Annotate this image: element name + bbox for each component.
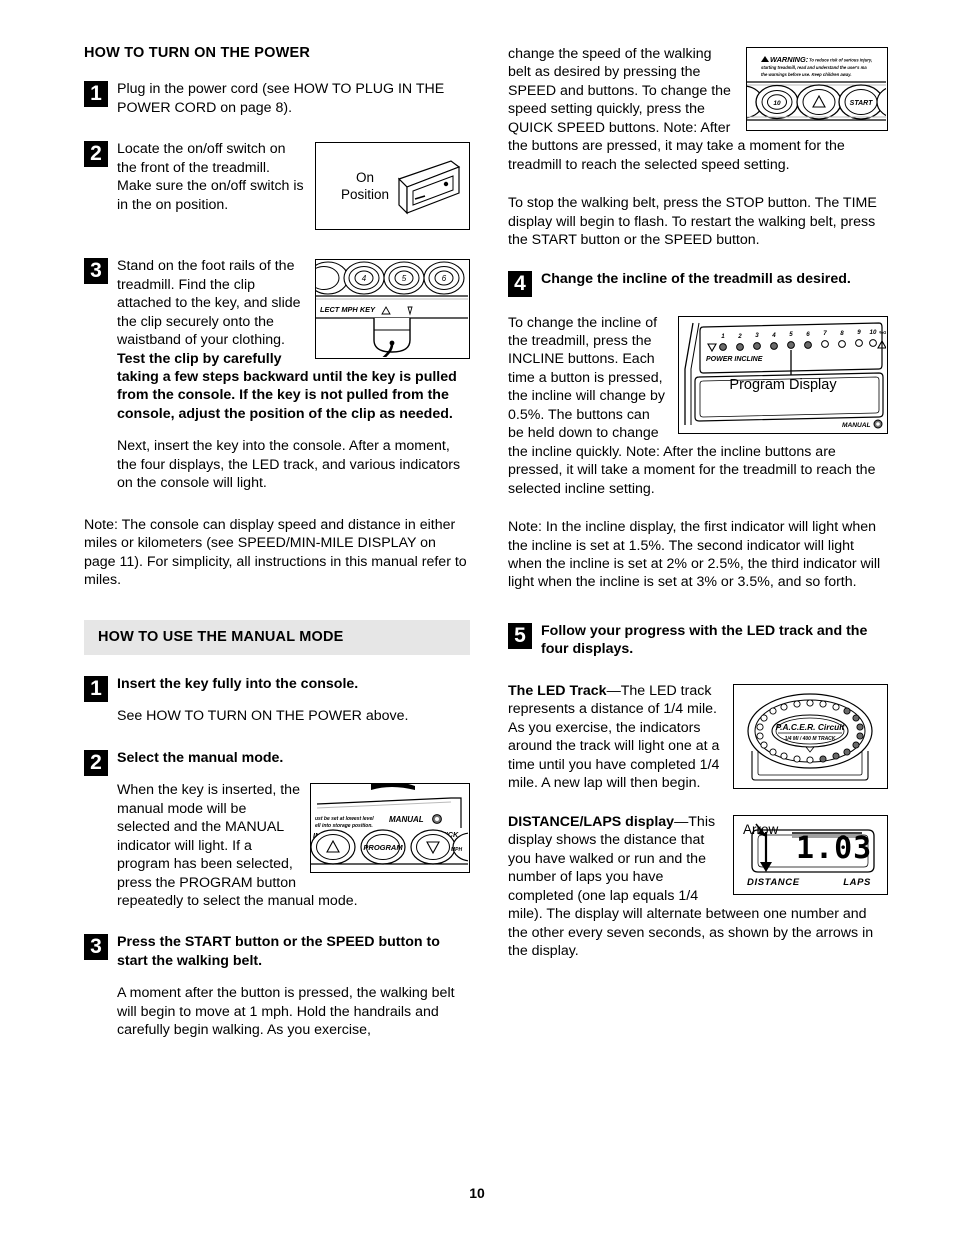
incline-tick-6: 6 xyxy=(806,331,810,338)
step-number-badge: 2 xyxy=(84,141,108,168)
select-mph-key-text: LECT MPH KEY xyxy=(320,305,376,314)
figure-distance-laps: Arrow 1.03 DISTANCE LAPS xyxy=(733,814,888,895)
page-number: 10 xyxy=(469,1185,485,1201)
figure-key-console: 4 5 6 LECT MPH KEY xyxy=(315,259,470,360)
step-4-title: Change the incline of the treadmill as d… xyxy=(541,270,851,287)
distance-value: 1.03 xyxy=(796,830,873,866)
grade-label: %Grade xyxy=(879,330,886,335)
led-track-block: P.A.C.E.R. Circuit 1/4 MI / 400 M TRACK … xyxy=(508,682,888,793)
manual-step-2-title: Select the manual mode. xyxy=(117,749,284,766)
switch-label-line1: On xyxy=(355,170,374,186)
step-5-title: Follow your progress with the LED track … xyxy=(541,622,868,658)
incline-tick-1: 1 xyxy=(721,333,725,340)
led-track-body: LED track represents a distance of 1/4 m… xyxy=(508,682,720,792)
manual-step-2: 2 Select the manual mode. ust be set at … xyxy=(84,749,470,911)
step-2-power: 2 On Position Locate the on/off switch o… xyxy=(84,140,470,234)
step-4-incline: 4 Change the incline of the treadmill as… xyxy=(508,270,888,297)
left-column: HOW TO TURN ON THE POWER 1 Plug in the p… xyxy=(84,45,470,1043)
program-button-label: PROGRAM xyxy=(363,843,403,852)
manual-console-note-1: ust be set at lowest level xyxy=(315,816,374,822)
step-1-text: Plug in the power cord (see HOW TO PLUG … xyxy=(117,81,445,116)
right-column: WARNING: To reduce risk of serious injur… xyxy=(508,45,888,960)
step-number-badge: 3 xyxy=(84,258,108,285)
step-number-badge: 1 xyxy=(84,675,108,702)
manual-step-1-body: See HOW TO TURN ON THE POWER above. xyxy=(117,708,409,725)
step-4-note: Note: In the incline display, the first … xyxy=(508,519,881,591)
manual-step-3-title: Press the START button or the SPEED butt… xyxy=(117,934,440,969)
step-number-badge: 4 xyxy=(508,270,532,297)
figure-led-track: P.A.C.E.R. Circuit 1/4 MI / 400 M TRACK xyxy=(733,683,888,789)
incline-tick-8: 8 xyxy=(840,330,844,337)
speed-button-label: 10 xyxy=(773,100,781,107)
key-console-illustration: 4 5 6 LECT MPH KEY xyxy=(316,260,468,358)
section-heading-power: HOW TO TURN ON THE POWER xyxy=(84,45,311,61)
key-button-label-4: 4 xyxy=(362,274,367,283)
distance-laps-block: Arrow 1.03 DISTANCE LAPS DISTANCE/LAPS d… xyxy=(508,813,888,961)
stop-text: To stop the walking belt, press the STOP… xyxy=(508,195,877,249)
figure-program-display: 1 2 3 4 5 6 7 8 9 10 %Grade xyxy=(678,315,888,434)
program-display-illustration: 1 2 3 4 5 6 7 8 9 10 %Grade xyxy=(679,316,886,432)
manual-indicator-label: MANUAL xyxy=(389,815,424,824)
manual-step-1: 1 Insert the key fully into the console.… xyxy=(84,675,470,726)
continued-block: WARNING: To reduce risk of serious injur… xyxy=(508,45,888,174)
section-heading-manual-mode: HOW TO USE THE MANUAL MODE xyxy=(84,619,470,655)
incline-tick-2: 2 xyxy=(737,333,742,340)
led-track-illustration: P.A.C.E.R. Circuit 1/4 MI / 400 M TRACK xyxy=(734,684,886,787)
distance-dash: — xyxy=(674,813,689,830)
mph-label: MPH xyxy=(451,847,463,853)
step-3-followup: Next, insert the key into the console. A… xyxy=(117,438,461,492)
warning-line-3: the warnings before use. Keep children a… xyxy=(761,72,852,77)
distance-label: DISTANCE xyxy=(747,876,800,888)
step-number-badge: 1 xyxy=(84,81,108,108)
incline-tick-5: 5 xyxy=(789,331,793,338)
program-display-text: Program Display xyxy=(729,376,837,393)
power-incline-label: POWER INCLINE xyxy=(706,356,763,363)
page-columns: HOW TO TURN ON THE POWER 1 Plug in the p… xyxy=(84,45,890,1043)
manual-label: MANUAL xyxy=(842,422,871,429)
switch-illustration xyxy=(397,160,461,215)
manual-step-1-title: Insert the key fully into the console. xyxy=(117,675,359,692)
manual-console-illustration: ust be set at lowest level ell into stor… xyxy=(311,784,468,872)
step-number-badge: 2 xyxy=(84,749,108,776)
led-track-dash: —The xyxy=(606,682,650,699)
incline-tick-4: 4 xyxy=(771,332,776,339)
manual-step-3: 3 Press the START button or the SPEED bu… xyxy=(84,933,470,1039)
step-3-text-bold: Test the clip by carefully taking a few … xyxy=(117,350,457,422)
note-units: Note: The console can display speed and … xyxy=(84,516,467,589)
step-number-badge: 5 xyxy=(508,622,532,649)
key-button-label-5: 5 xyxy=(402,274,407,283)
figure-manual-console: ust be set at lowest level ell into stor… xyxy=(310,783,470,874)
manual-step-3-body: A moment after the button is pressed, th… xyxy=(117,985,455,1039)
warning-line-2: starting treadmill, read and understand … xyxy=(761,65,867,70)
step-number-badge: 3 xyxy=(84,934,108,961)
figure-warning-console: WARNING: To reduce risk of serious injur… xyxy=(746,47,888,131)
incline-tick-9: 9 xyxy=(857,329,861,336)
key-button-label-6: 6 xyxy=(442,274,447,283)
led-track-bold-label: The LED Track xyxy=(508,682,607,699)
switch-label: On Position xyxy=(334,170,396,203)
arrow-label: Arrow xyxy=(743,821,779,837)
step-1-power: 1 Plug in the power cord (see HOW TO PLU… xyxy=(84,80,470,117)
warning-console-illustration: WARNING: To reduce risk of serious injur… xyxy=(747,48,886,129)
warning-title: WARNING: xyxy=(770,55,809,64)
manual-page: HOW TO TURN ON THE POWER 1 Plug in the p… xyxy=(0,0,954,1235)
step-4-body-block: 1 2 3 4 5 6 7 8 9 10 %Grade xyxy=(508,314,888,499)
incline-tick-10: 10 xyxy=(870,329,877,336)
start-button-label: START xyxy=(850,100,873,107)
step-3-power: 3 4 5 6 LECT MPH KEY Stand on the foot r… xyxy=(84,257,470,492)
step-3-text-normal: Stand on the foot rails of the treadmill… xyxy=(117,258,301,349)
switch-label-line2: Position xyxy=(340,186,390,202)
step-5-progress: 5 Follow your progress with the LED trac… xyxy=(508,622,888,659)
incline-tick-3: 3 xyxy=(755,332,759,339)
incline-tick-7: 7 xyxy=(823,330,827,337)
warning-line-1: To reduce risk of serious injury, xyxy=(809,58,872,63)
led-track-subtitle: 1/4 MI / 400 M TRACK xyxy=(785,736,836,742)
distance-bold-label: DISTANCE/LAPS display xyxy=(508,813,675,830)
manual-console-note-2: ell into storage position. xyxy=(315,823,373,829)
led-track-title: P.A.C.E.R. Circuit xyxy=(776,722,846,732)
laps-label: LAPS xyxy=(843,876,871,888)
figure-on-off-switch: On Position xyxy=(315,142,470,231)
